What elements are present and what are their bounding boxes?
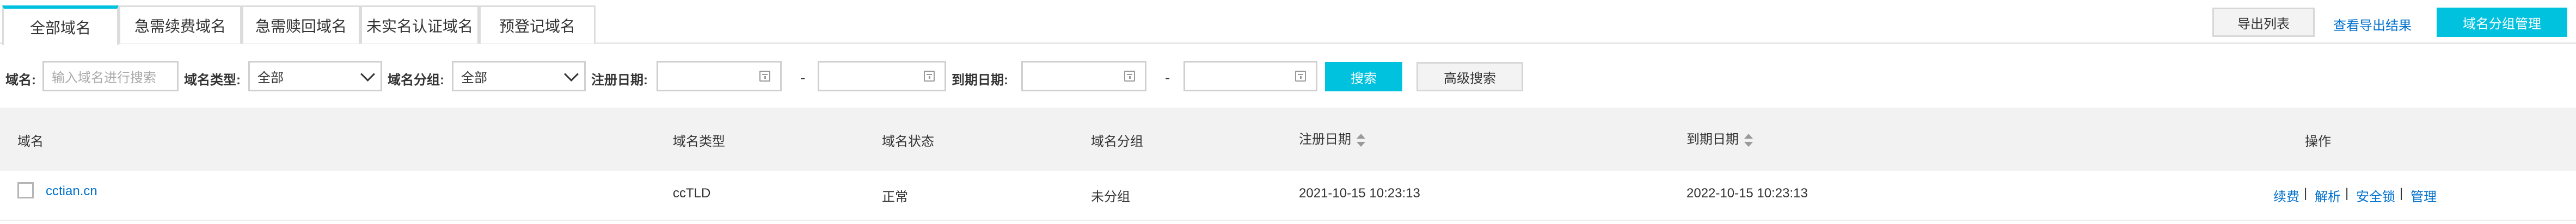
domain-filter-label: 域名: [5, 73, 36, 88]
row-divider [0, 220, 2576, 221]
domain-type-select[interactable]: 全部 [248, 61, 382, 91]
calendar-icon [1124, 71, 1135, 82]
reg-date-end-input[interactable] [818, 61, 946, 91]
domain-type-label: 域名类型: [184, 73, 241, 88]
domain-group-select[interactable]: 全部 [452, 61, 586, 91]
exp-date-cell: 2022-10-15 10:23:13 [1686, 186, 1808, 201]
action-separator: | [2345, 186, 2349, 201]
domain-group-label: 域名分组: [388, 73, 444, 88]
calendar-icon [759, 71, 770, 82]
domain-search-input[interactable]: 输入域名进行搜索 [42, 61, 179, 91]
export-list-button[interactable]: 导出列表 [2212, 8, 2315, 37]
tab-preregistered[interactable]: 预登记域名 [479, 5, 596, 43]
domain-name-link[interactable]: cctian.cn [46, 184, 97, 199]
row-checkbox[interactable] [17, 182, 34, 198]
column-header-status: 域名状态 [882, 134, 934, 149]
view-export-results-link[interactable]: 查看导出结果 [2333, 15, 2412, 34]
advanced-search-label: 高级搜索 [1444, 71, 1496, 86]
dns-action-link[interactable]: 解析 [2315, 186, 2341, 205]
tab-label: 预登记域名 [499, 17, 575, 35]
domain-group-value: 全部 [461, 70, 487, 85]
exp-date-end-input[interactable] [1183, 61, 1317, 91]
action-separator: | [2400, 186, 2403, 201]
search-button[interactable]: 搜索 [1325, 62, 1402, 91]
chevron-down-icon [564, 67, 579, 82]
action-separator: | [2304, 186, 2308, 201]
manage-action-link[interactable]: 管理 [2411, 186, 2437, 205]
tab-label: 急需续费域名 [134, 17, 226, 35]
exp-date-range-separator: - [1165, 69, 1170, 86]
tab-unverified[interactable]: 未实名认证域名 [360, 5, 479, 43]
sort-icon [1357, 133, 1365, 147]
calendar-icon [924, 71, 935, 82]
column-header-exp-date-label: 到期日期 [1686, 132, 1739, 147]
tab-redeem-urgent[interactable]: 急需赎回域名 [242, 5, 360, 43]
domain-type-cell: ccTLD [673, 186, 711, 201]
column-header-domain: 域名 [17, 134, 44, 149]
column-header-exp-date[interactable]: 到期日期 [1686, 128, 1753, 147]
domain-type-value: 全部 [257, 70, 284, 85]
reg-date-start-input[interactable] [657, 61, 782, 91]
reg-date-range-separator: - [800, 69, 806, 86]
calendar-icon [1295, 71, 1306, 82]
reg-date-label: 注册日期: [591, 73, 648, 88]
tab-label: 未实名认证域名 [366, 17, 473, 35]
column-header-reg-date-label: 注册日期 [1299, 132, 1351, 147]
export-list-label: 导出列表 [2237, 16, 2290, 32]
column-header-type: 域名类型 [673, 134, 725, 149]
domain-group-manage-button[interactable]: 域名分组管理 [2437, 8, 2567, 37]
tab-label: 急需赎回域名 [255, 17, 347, 35]
exp-date-start-input[interactable] [1021, 61, 1146, 91]
renew-action-link[interactable]: 续费 [2273, 186, 2299, 205]
security-lock-action-link[interactable]: 安全锁 [2356, 186, 2395, 205]
sort-icon [1744, 133, 1753, 147]
column-header-group: 域名分组 [1091, 134, 1143, 149]
search-button-label: 搜索 [1351, 71, 1377, 86]
reg-date-cell: 2021-10-15 10:23:13 [1299, 186, 1420, 201]
table-header [0, 108, 2576, 171]
domain-group-cell: 未分组 [1091, 190, 1130, 204]
column-header-reg-date[interactable]: 注册日期 [1299, 128, 1365, 147]
column-header-actions: 操作 [2305, 134, 2331, 149]
chevron-down-icon [360, 67, 375, 82]
tab-all-domains[interactable]: 全部域名 [2, 5, 119, 45]
advanced-search-button[interactable]: 高级搜索 [1416, 62, 1523, 91]
tab-renew-urgent[interactable]: 急需续费域名 [119, 5, 242, 43]
tab-label: 全部域名 [29, 19, 91, 36]
domain-group-manage-label: 域名分组管理 [2463, 16, 2541, 32]
domain-search-placeholder: 输入域名进行搜索 [52, 70, 156, 85]
exp-date-label: 到期日期: [952, 73, 1008, 88]
domain-status-cell: 正常 [882, 190, 908, 204]
